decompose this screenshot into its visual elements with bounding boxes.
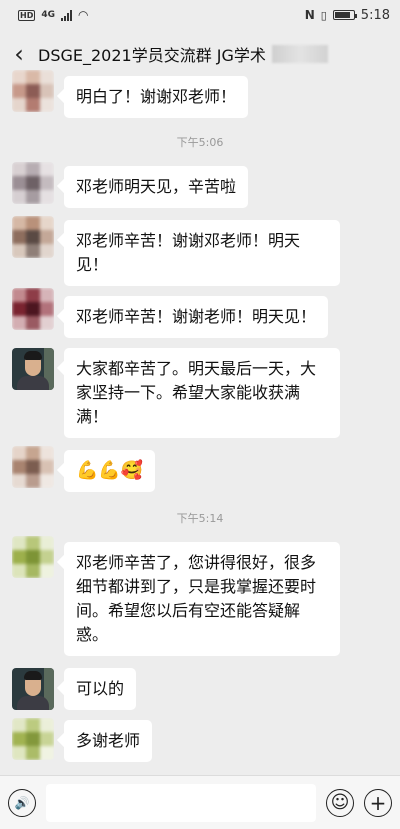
smiling-face-icon: 🥰 — [120, 460, 144, 481]
battery-icon — [332, 10, 357, 20]
emoji-bubble[interactable]: 💪💪🥰 — [64, 450, 156, 492]
timestamp: 下午5:14 — [176, 512, 224, 525]
avatar[interactable] — [12, 216, 54, 258]
message-bubble[interactable]: 邓老师辛苦了，您讲得很好，很多细节都讲到了，只是我掌握还要时间。希望您以后有空还… — [64, 542, 340, 656]
message-input[interactable] — [46, 783, 316, 822]
avatar[interactable] — [12, 446, 54, 488]
vibrate-icon: ▯ — [320, 8, 327, 22]
flexed-biceps-icon: 💪 — [98, 460, 121, 481]
wifi-icon: ◠ — [78, 8, 89, 22]
input-bar: 🔊 ☺ + — [0, 775, 400, 829]
message-bubble[interactable]: 邓老师辛苦！谢谢邓老师！明天见！ — [64, 220, 340, 286]
message-bubble[interactable]: 明白了！谢谢邓老师！ — [64, 76, 249, 118]
voice-icon[interactable]: 🔊 — [8, 788, 36, 817]
blurred-title-suffix — [271, 45, 328, 63]
message-bubble[interactable]: 邓老师辛苦！谢谢老师！明天见！ — [64, 296, 329, 338]
avatar[interactable] — [12, 288, 54, 330]
hd-badge: HD — [18, 9, 36, 21]
timestamp: 下午5:06 — [176, 136, 224, 149]
status-bar: HD 4G ◠ N ▯ 5:18 — [0, 0, 400, 30]
message-bubble[interactable]: 多谢老师 — [64, 720, 153, 762]
avatar[interactable] — [12, 718, 54, 760]
add-icon[interactable]: + — [364, 788, 392, 817]
message-bubble[interactable]: 邓老师明天见，辛苦啦 — [64, 166, 249, 208]
back-arrow-icon[interactable]: ‹ — [0, 40, 38, 68]
avatar[interactable] — [12, 536, 54, 578]
emoji-icon[interactable]: ☺ — [326, 788, 354, 817]
chat-title: DSGE_2021学员交流群 JG学术 — [38, 46, 266, 65]
avatar[interactable] — [12, 70, 54, 112]
message-bubble[interactable]: 大家都辛苦了。明天最后一天，大家坚持一下。希望大家能收获满满！ — [64, 348, 340, 438]
avatar[interactable] — [12, 162, 54, 204]
chat-header: ‹ DSGE_2021学员交流群 JG学术 — [0, 30, 400, 78]
message-bubble[interactable]: 可以的 — [64, 668, 137, 710]
avatar-teacher[interactable] — [12, 668, 54, 710]
signal-icon — [61, 9, 72, 21]
nfc-icon: N — [304, 8, 315, 22]
network-label: 4G — [41, 10, 55, 20]
avatar-teacher[interactable] — [12, 348, 54, 390]
status-time: 5:18 — [360, 7, 390, 23]
flexed-biceps-icon: 💪 — [76, 460, 99, 481]
